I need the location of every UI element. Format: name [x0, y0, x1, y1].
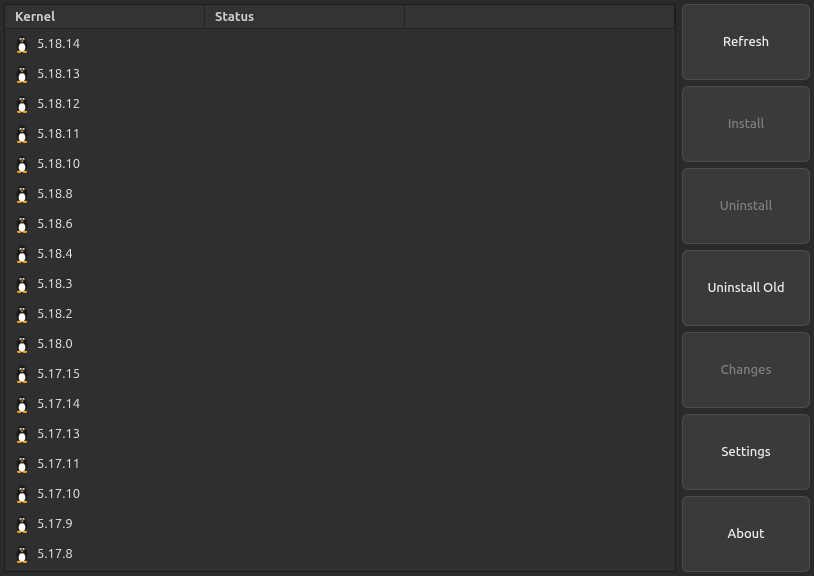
- button-label: Uninstall Old: [707, 281, 784, 295]
- kernel-row[interactable]: 5.17.11: [5, 449, 675, 479]
- kernel-row[interactable]: 5.18.6: [5, 209, 675, 239]
- kernel-version: 5.18.14: [37, 37, 80, 51]
- kernel-version: 5.17.13: [37, 427, 80, 441]
- kernel-version: 5.18.13: [37, 67, 80, 81]
- kernel-version: 5.18.3: [37, 277, 73, 291]
- uninstall-old-button[interactable]: Uninstall Old: [682, 250, 810, 326]
- kernel-row[interactable]: 5.18.0: [5, 329, 675, 359]
- kernel-row[interactable]: 5.18.2: [5, 299, 675, 329]
- button-label: Install: [728, 117, 764, 131]
- kernel-version: 5.18.6: [37, 217, 73, 231]
- kernel-row[interactable]: 5.18.4: [5, 239, 675, 269]
- settings-button[interactable]: Settings: [682, 414, 810, 490]
- tux-icon: [13, 155, 31, 173]
- kernel-row[interactable]: 5.17.10: [5, 479, 675, 509]
- button-label: Uninstall: [720, 199, 773, 213]
- button-label: Changes: [721, 363, 772, 377]
- kernel-list-container: 5.18.14 5.18.13 5.18.12 5.18.11 5.18.10 …: [5, 29, 675, 571]
- kernel-row[interactable]: 5.17.8: [5, 539, 675, 569]
- column-header-status[interactable]: Status: [205, 5, 405, 28]
- kernel-version: 5.18.11: [37, 127, 80, 141]
- app-root: Kernel Status 5.18.14 5.18.13 5.18.12 5.…: [0, 0, 814, 576]
- tux-icon: [13, 335, 31, 353]
- kernel-row[interactable]: 5.18.13: [5, 59, 675, 89]
- kernel-version: 5.17.15: [37, 367, 80, 381]
- kernel-version: 5.18.8: [37, 187, 73, 201]
- tux-icon: [13, 305, 31, 323]
- refresh-button[interactable]: Refresh: [682, 4, 810, 80]
- column-header-kernel[interactable]: Kernel: [5, 5, 205, 28]
- kernel-version: 5.17.11: [37, 457, 80, 471]
- kernel-row[interactable]: 5.18.11: [5, 119, 675, 149]
- table-header-row: Kernel Status: [5, 5, 675, 29]
- tux-icon: [13, 185, 31, 203]
- kernel-row[interactable]: 5.17.7: [5, 569, 675, 571]
- kernel-list[interactable]: 5.18.14 5.18.13 5.18.12 5.18.11 5.18.10 …: [5, 29, 675, 571]
- kernel-version: 5.18.0: [37, 337, 73, 351]
- tux-icon: [13, 245, 31, 263]
- column-header-spacer: [405, 5, 675, 28]
- tux-icon: [13, 125, 31, 143]
- kernel-table: Kernel Status 5.18.14 5.18.13 5.18.12 5.…: [4, 4, 676, 572]
- kernel-version: 5.18.12: [37, 97, 80, 111]
- kernel-version: 5.17.14: [37, 397, 80, 411]
- kernel-version: 5.18.10: [37, 157, 80, 171]
- button-label: Refresh: [723, 35, 769, 49]
- tux-icon: [13, 425, 31, 443]
- tux-icon: [13, 215, 31, 233]
- tux-icon: [13, 65, 31, 83]
- action-sidebar: Refresh Install Uninstall Uninstall Old …: [682, 4, 810, 572]
- tux-icon: [13, 395, 31, 413]
- kernel-row[interactable]: 5.18.8: [5, 179, 675, 209]
- kernel-row[interactable]: 5.17.9: [5, 509, 675, 539]
- changes-button: Changes: [682, 332, 810, 408]
- install-button: Install: [682, 86, 810, 162]
- tux-icon: [13, 365, 31, 383]
- kernel-row[interactable]: 5.17.13: [5, 419, 675, 449]
- about-button[interactable]: About: [682, 496, 810, 572]
- tux-icon: [13, 545, 31, 563]
- tux-icon: [13, 35, 31, 53]
- button-label: Settings: [721, 445, 770, 459]
- uninstall-button: Uninstall: [682, 168, 810, 244]
- tux-icon: [13, 95, 31, 113]
- kernel-version: 5.17.9: [37, 517, 73, 531]
- kernel-row[interactable]: 5.18.3: [5, 269, 675, 299]
- kernel-version: 5.17.10: [37, 487, 80, 501]
- kernel-row[interactable]: 5.17.15: [5, 359, 675, 389]
- kernel-row[interactable]: 5.18.10: [5, 149, 675, 179]
- tux-icon: [13, 275, 31, 293]
- kernel-row[interactable]: 5.18.14: [5, 29, 675, 59]
- tux-icon: [13, 515, 31, 533]
- kernel-version: 5.18.4: [37, 247, 73, 261]
- button-label: About: [728, 527, 765, 541]
- kernel-row[interactable]: 5.18.12: [5, 89, 675, 119]
- tux-icon: [13, 455, 31, 473]
- tux-icon: [13, 485, 31, 503]
- kernel-version: 5.18.2: [37, 307, 73, 321]
- kernel-version: 5.17.8: [37, 547, 73, 561]
- kernel-row[interactable]: 5.17.14: [5, 389, 675, 419]
